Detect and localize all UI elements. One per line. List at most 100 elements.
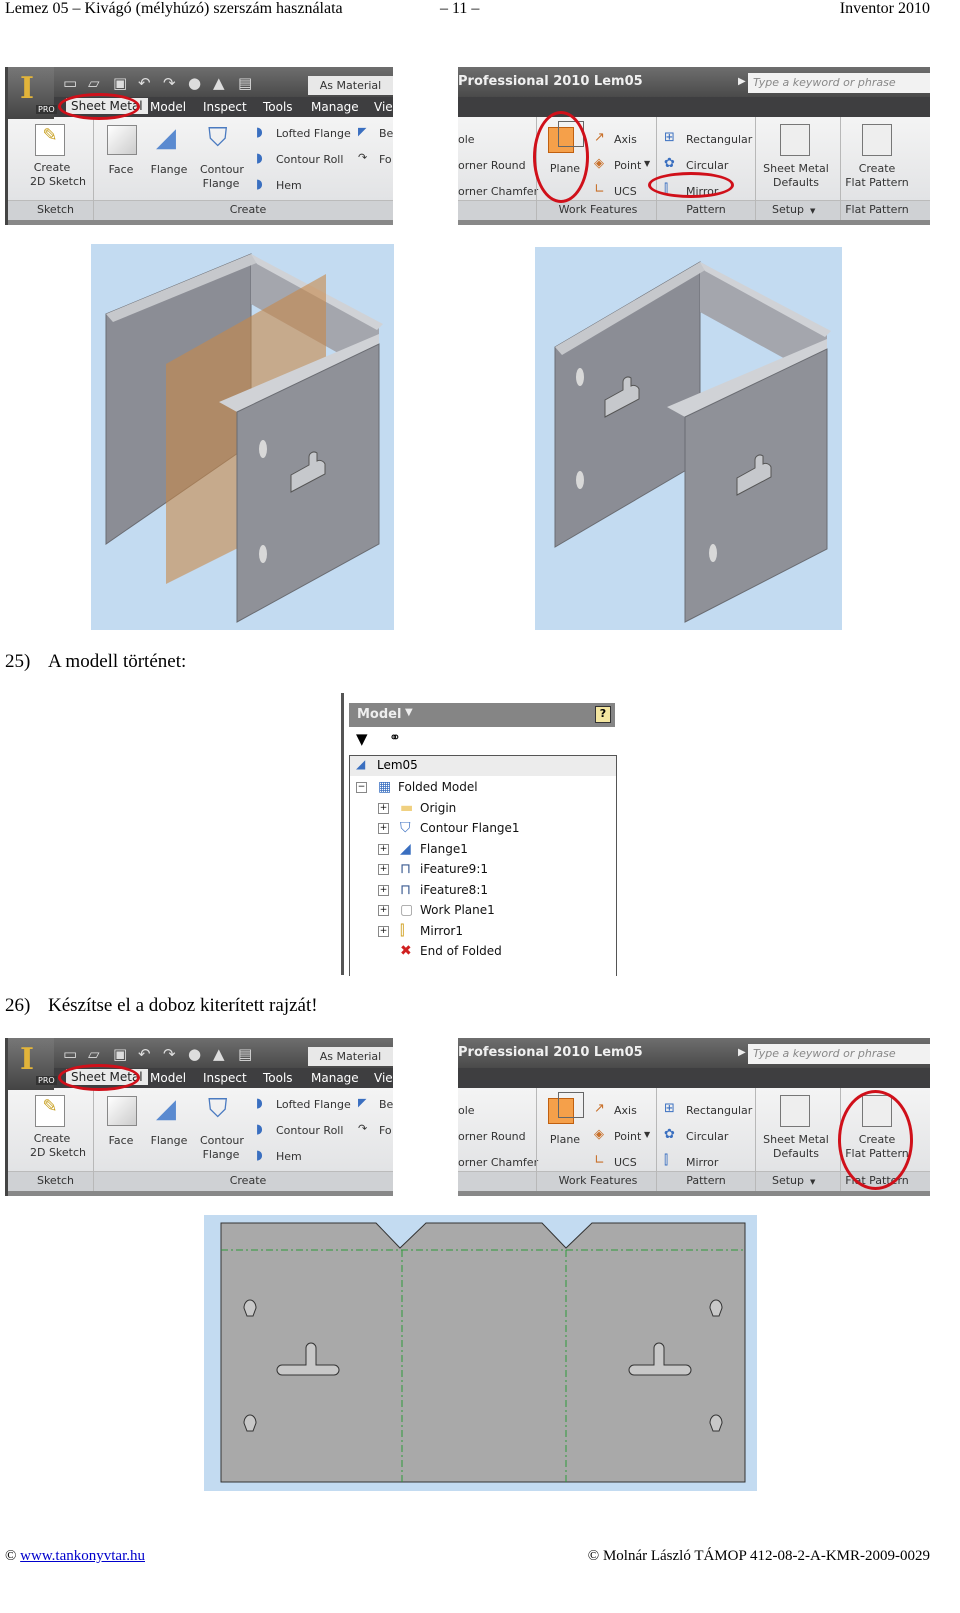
cut-off-tool-2[interactable]: orner Round [458,159,526,173]
axis-icon[interactable]: ↗ [594,1101,605,1116]
redo-icon[interactable]: ↷ [163,74,176,92]
ucs-icon[interactable]: ∟ [594,1153,605,1168]
chevron-down-icon[interactable]: ▼ [405,707,413,718]
tab-view[interactable]: View [374,100,393,114]
tree-item[interactable]: + ◢ Flange1 [350,839,616,859]
contour-flange-label-1[interactable]: Contour [200,163,244,177]
rectangular-button[interactable]: Rectangular [686,133,752,147]
tab-manage[interactable]: Manage [311,1071,359,1085]
create-sketch-label-1[interactable]: Create [23,161,81,175]
expand-toggle-icon[interactable]: + [378,884,389,896]
contour-flange-label-2[interactable]: Flange [200,177,242,191]
application-menu-button[interactable]: I PRO [8,1038,57,1090]
fold-icon[interactable]: ↷ [358,151,367,164]
rectangular-icon[interactable]: ⊞ [664,130,675,145]
expand-toggle-icon[interactable]: + [378,802,389,814]
collapse-toggle-icon[interactable]: − [356,782,367,793]
circular-icon[interactable]: ✿ [664,156,675,171]
axis-icon[interactable]: ↗ [594,130,605,145]
browser-title-dropdown[interactable]: Model [357,707,401,722]
tab-inspect[interactable]: Inspect [203,100,247,114]
contour-roll-button[interactable]: Contour Roll [276,153,343,167]
ucs-button[interactable]: UCS [614,1156,637,1170]
sheet-metal-defaults-label-1[interactable]: Sheet Metal [758,162,834,176]
cut-off-tool-1[interactable]: ole [458,1104,475,1118]
footer-link[interactable]: www.tankonyvtar.hu [20,1548,145,1564]
bend-button[interactable]: Be [379,127,393,141]
expand-toggle-icon[interactable]: + [378,823,389,834]
update-icon[interactable]: ▤ [238,1045,252,1063]
flange-icon[interactable]: ◢ [156,123,176,153]
tab-inspect[interactable]: Inspect [203,1071,247,1085]
expand-arrow-icon[interactable]: ▶ [738,76,746,87]
bend-button[interactable]: Be [379,1098,393,1112]
new-file-icon[interactable]: ▭ [63,74,77,92]
sheet-metal-defaults-label-2[interactable]: Defaults [758,176,834,190]
flange-label[interactable]: Flange [148,163,190,177]
search-input[interactable]: Type a keyword or phrase [748,1044,930,1064]
tab-tools[interactable]: Tools [263,100,293,114]
create-flat-pattern-label-2[interactable]: Flat Pattern [841,176,913,190]
circular-button[interactable]: Circular [686,1130,728,1144]
hem-button[interactable]: Hem [276,179,302,193]
point-button[interactable]: Point [614,1130,641,1144]
undo-icon[interactable]: ↶ [138,74,151,92]
contour-flange-icon[interactable]: ⛉ [208,123,228,154]
appearance-dropdown[interactable]: As Material [308,1047,393,1066]
expand-toggle-icon[interactable]: + [378,864,389,875]
axis-button[interactable]: Axis [614,1104,637,1118]
rectangular-icon[interactable]: ⊞ [664,1101,675,1116]
return-icon[interactable]: ▲ [213,1045,225,1063]
tree-item[interactable]: ✖ End of Folded [350,941,616,961]
mirror-icon[interactable]: ⫿ [664,1153,668,1168]
cut-off-tool-3[interactable]: orner Chamfer [458,1156,538,1170]
bend-icon[interactable]: ◤ [358,1096,366,1109]
open-icon[interactable]: ▱ [88,74,100,92]
tree-item[interactable]: + ⫿ Mirror1 [350,921,616,941]
hem-icon[interactable]: ◗ [256,177,263,192]
return-icon[interactable]: ▲ [213,74,225,92]
tab-tools[interactable]: Tools [263,1071,293,1085]
cut-off-tool-3[interactable]: orner Chamfer [458,185,538,199]
sheet-metal-defaults-label-1[interactable]: Sheet Metal [758,1133,834,1147]
contour-roll-button[interactable]: Contour Roll [276,1124,343,1138]
ucs-button[interactable]: UCS [614,185,637,199]
filter-icon[interactable]: ▼ [356,730,368,748]
tree-item[interactable]: − ▦ Folded Model [350,777,616,797]
flange-label[interactable]: Flange [148,1134,190,1148]
panel-label-setup[interactable]: Setup [768,1174,808,1188]
contour-roll-icon[interactable]: ◗ [256,151,263,166]
color-icon[interactable]: ● [188,74,201,92]
setup-dropdown-icon[interactable]: ▼ [810,1178,815,1186]
create-flat-pattern-icon[interactable] [862,124,892,156]
sheet-metal-defaults-label-2[interactable]: Defaults [758,1147,834,1161]
create-sketch-label-2[interactable]: 2D Sketch [23,175,93,189]
rectangular-button[interactable]: Rectangular [686,1104,752,1118]
hem-icon[interactable]: ◗ [256,1148,263,1163]
ucs-icon[interactable]: ∟ [594,182,605,197]
undo-icon[interactable]: ↶ [138,1045,151,1063]
cut-off-tool-2[interactable]: orner Round [458,1130,526,1144]
face-label[interactable]: Face [106,1134,136,1148]
point-dropdown-icon[interactable]: ▼ [644,1130,650,1139]
redo-icon[interactable]: ↷ [163,1045,176,1063]
setup-dropdown-icon[interactable]: ▼ [810,207,815,215]
tab-manage[interactable]: Manage [311,100,359,114]
update-icon[interactable]: ▤ [238,74,252,92]
save-icon[interactable]: ▣ [113,1045,127,1063]
cut-off-tool-1[interactable]: ole [458,133,475,147]
binoculars-icon[interactable]: ⚭ [389,730,401,746]
bend-icon[interactable]: ◤ [358,125,366,138]
flange-icon[interactable]: ◢ [156,1094,176,1124]
face-icon[interactable] [107,125,137,155]
point-icon[interactable]: ◈ [594,156,604,171]
tree-item[interactable]: + ▢ Work Plane1 [350,900,616,920]
fold-button[interactable]: Fo [379,1124,392,1138]
expand-toggle-icon[interactable]: + [378,843,389,855]
tab-view[interactable]: View [374,1071,393,1085]
tree-item[interactable]: + ⊓ iFeature8:1 [350,880,616,900]
save-icon[interactable]: ▣ [113,74,127,92]
tree-item[interactable]: + ▬ Origin [350,798,616,818]
point-dropdown-icon[interactable]: ▼ [644,159,650,168]
expand-toggle-icon[interactable]: + [378,925,389,937]
